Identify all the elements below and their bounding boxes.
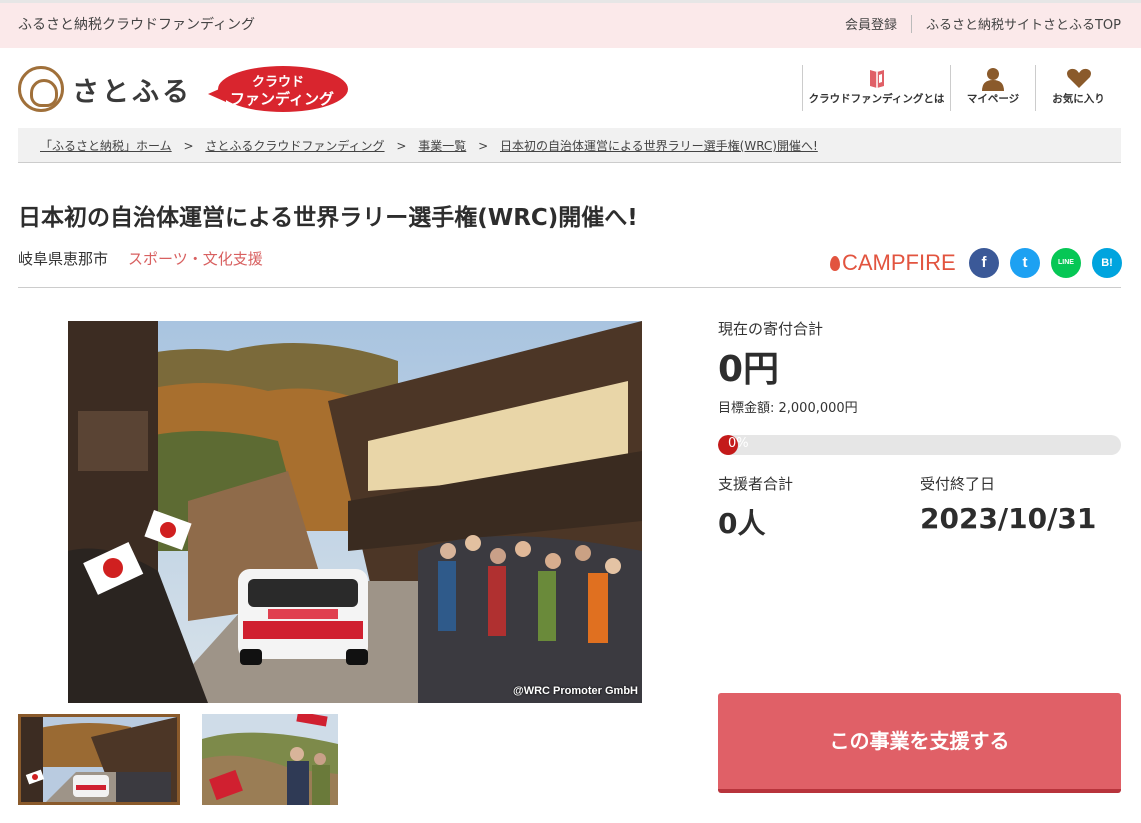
top-links-divider (910, 14, 912, 33)
progress-bar: 0% (718, 435, 1121, 455)
breadcrumb-separator: > (396, 139, 407, 153)
rally-street-photo (68, 321, 642, 703)
facebook-share-icon[interactable]: f (969, 248, 999, 278)
satofull-top-link[interactable]: ふるさと納税サイトさとふるTOP (926, 14, 1121, 33)
header: さとふる クラウド ファンディング クラウドファンディングとは マイページ お気… (0, 48, 1141, 128)
heart-icon (1066, 68, 1091, 88)
thumbnail-1[interactable] (18, 714, 180, 805)
project-main-image[interactable]: @WRC Promoter GmbH (68, 321, 642, 703)
nav-label: お気に入り (1052, 93, 1105, 105)
breadcrumb-current[interactable]: 日本初の自治体運営による世界ラリー選手権(WRC)開催へ! (500, 139, 818, 153)
nav-mypage[interactable]: マイページ (950, 65, 1035, 111)
thumbnail-rally-photo (21, 717, 177, 802)
breadcrumb-crowdfunding[interactable]: さとふるクラウドファンディング (205, 139, 384, 153)
satofull-logo-icon[interactable] (18, 66, 64, 112)
twitter-share-icon[interactable]: t (1010, 248, 1040, 278)
campfire-logo[interactable]: CAMPFIRE (830, 250, 956, 276)
nav-about-crowdfunding[interactable]: クラウドファンディングとは (802, 65, 950, 111)
header-nav: クラウドファンディングとは マイページ お気に入り (802, 65, 1121, 111)
breadcrumb-home[interactable]: 「ふるさと納税」ホーム (40, 139, 172, 153)
top-links: 会員登録 ふるさと納税サイトさとふるTOP (845, 14, 1121, 33)
progress-percent: 0% (728, 436, 749, 451)
thumbnail-2[interactable] (202, 714, 338, 805)
supporters-label: 支援者合計 (718, 475, 794, 493)
breadcrumb-projects[interactable]: 事業一覧 (418, 139, 466, 153)
hatena-bookmark-icon[interactable]: B! (1092, 248, 1122, 278)
total-label: 現在の寄付合計 (718, 320, 824, 338)
breadcrumb-separator: > (183, 139, 194, 153)
nav-label: マイページ (966, 93, 1020, 105)
project-meta: 岐阜県恵那市 スポーツ・文化支援 (18, 248, 263, 269)
project-category[interactable]: スポーツ・文化支援 (128, 248, 263, 269)
total-value: 0円 (718, 349, 780, 390)
deadline-label: 受付終了日 (920, 475, 996, 493)
crowdfunding-badge[interactable]: クラウド ファンディング (208, 66, 348, 112)
campfire-text: CAMPFIRE (842, 250, 956, 275)
line-share-icon[interactable]: LINE (1051, 248, 1081, 278)
supporters-value: 0人 (718, 507, 766, 540)
register-link[interactable]: 会員登録 (845, 14, 897, 33)
top-bar: ふるさと納税クラウドファンディング 会員登録 ふるさと納税サイトさとふるTOP (0, 0, 1141, 48)
image-credit: @WRC Promoter GmbH (512, 685, 638, 697)
breadcrumb: 「ふるさと納税」ホーム > さとふるクラウドファンディング > 事業一覧 > 日… (18, 128, 1121, 163)
page-title: 日本初の自治体運営による世界ラリー選手権(WRC)開催へ! (18, 205, 638, 231)
flame-icon (830, 256, 840, 271)
thumbnail-forest-photo (202, 714, 338, 805)
breadcrumb-separator: > (478, 139, 489, 153)
badge-line2: ファンディング (230, 90, 334, 108)
support-project-button[interactable]: この事業を支援する (718, 693, 1121, 793)
person-icon (982, 68, 1004, 91)
goal-amount: 目標金額: 2,000,000円 (718, 401, 858, 416)
nav-label: クラウドファンディングとは (808, 93, 945, 105)
project-city: 岐阜県恵那市 (18, 250, 109, 268)
title-divider (18, 287, 1121, 288)
deadline-value: 2023/10/31 (920, 502, 1097, 535)
book-icon (869, 70, 884, 88)
nav-favorites[interactable]: お気に入り (1035, 65, 1121, 111)
logo-text[interactable]: さとふる (72, 70, 192, 109)
site-name[interactable]: ふるさと納税クラウドファンディング (18, 14, 255, 34)
